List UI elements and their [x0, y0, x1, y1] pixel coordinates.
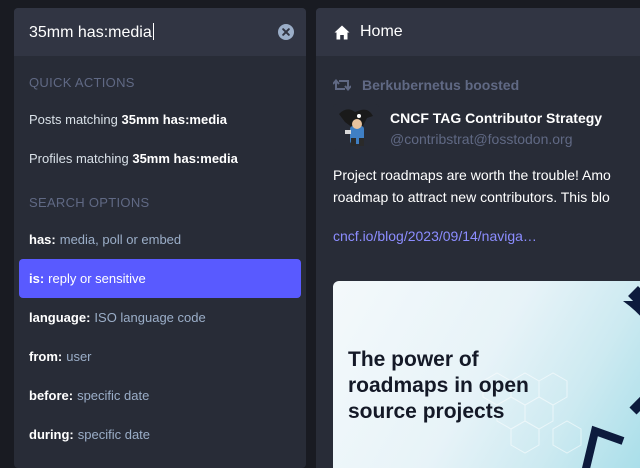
- action-query: 35mm has:media: [132, 151, 238, 166]
- text-caret: [152, 22, 154, 40]
- avatar[interactable]: [333, 104, 379, 150]
- posts-matching-action[interactable]: Posts matching 35mm has:media: [14, 100, 306, 139]
- boost-line: Berkubernetus boosted: [333, 70, 639, 100]
- action-query: 35mm has:media: [121, 112, 228, 127]
- account-handle[interactable]: @contribstrat@fosstodon.org: [390, 131, 602, 147]
- status-line: Project roadmaps are worth the trouble! …: [333, 167, 611, 183]
- action-prefix: Profiles matching: [29, 151, 129, 166]
- status-line: roadmap to attract new contributors. Thi…: [333, 189, 610, 205]
- account-row[interactable]: CNCF TAG Contributor Strategy @contribst…: [333, 104, 639, 150]
- option-desc: reply or sensitive: [48, 271, 146, 286]
- display-name[interactable]: CNCF TAG Contributor Strategy: [390, 110, 602, 126]
- column-title: Home: [360, 23, 403, 40]
- option-key: during:: [29, 427, 74, 442]
- option-language[interactable]: language: ISO language code: [14, 298, 306, 337]
- search-options-heading: SEARCH OPTIONS: [29, 194, 150, 210]
- option-desc: media, poll or embed: [59, 232, 182, 247]
- link-preview-card[interactable]: The power of roadmaps in open source pro…: [333, 281, 640, 468]
- option-has[interactable]: has: media, poll or embed: [14, 220, 306, 259]
- boost-icon: [333, 78, 351, 92]
- option-desc: specific date: [77, 388, 150, 403]
- search-query: 35mm has:media: [29, 23, 152, 41]
- card-title: The power of roadmaps in open source pro…: [348, 348, 529, 423]
- boosted-by[interactable]: Berkubernetus boosted: [362, 77, 519, 93]
- option-key: language:: [29, 310, 91, 325]
- option-desc: ISO language code: [94, 310, 206, 325]
- option-desc: specific date: [77, 427, 151, 442]
- column-header[interactable]: Home: [316, 8, 640, 56]
- option-from[interactable]: from: user: [14, 337, 306, 376]
- option-key: from:: [29, 349, 63, 364]
- home-column: Home Berkubernetus boosted CNCF TAG Cont…: [316, 8, 640, 468]
- option-is[interactable]: is: reply or sensitive: [19, 259, 301, 298]
- search-input[interactable]: 35mm has:media: [29, 22, 278, 42]
- action-prefix: Posts matching: [29, 112, 118, 127]
- option-before[interactable]: before: specific date: [14, 376, 306, 415]
- clear-icon[interactable]: [278, 24, 294, 40]
- option-during[interactable]: during: specific date: [14, 415, 306, 454]
- option-key: is:: [29, 271, 45, 286]
- avatar-image: [339, 109, 373, 146]
- search-panel: 35mm has:media QUICK ACTIONS Posts match…: [14, 8, 306, 468]
- option-desc: user: [66, 349, 92, 364]
- search-box[interactable]: 35mm has:media: [14, 8, 306, 56]
- status-content: Project roadmaps are worth the trouble! …: [333, 164, 639, 208]
- status[interactable]: Berkubernetus boosted CNCF TAG Contribut…: [316, 70, 640, 244]
- profiles-matching-action[interactable]: Profiles matching 35mm has:media: [14, 139, 306, 178]
- option-key: before:: [29, 388, 74, 403]
- status-link[interactable]: cncf.io/blog/2023/09/14/naviga…: [333, 228, 639, 244]
- option-key: has:: [29, 232, 56, 247]
- home-icon: [334, 25, 350, 39]
- account-names: CNCF TAG Contributor Strategy @contribst…: [390, 104, 602, 150]
- quick-actions-heading: QUICK ACTIONS: [29, 74, 135, 90]
